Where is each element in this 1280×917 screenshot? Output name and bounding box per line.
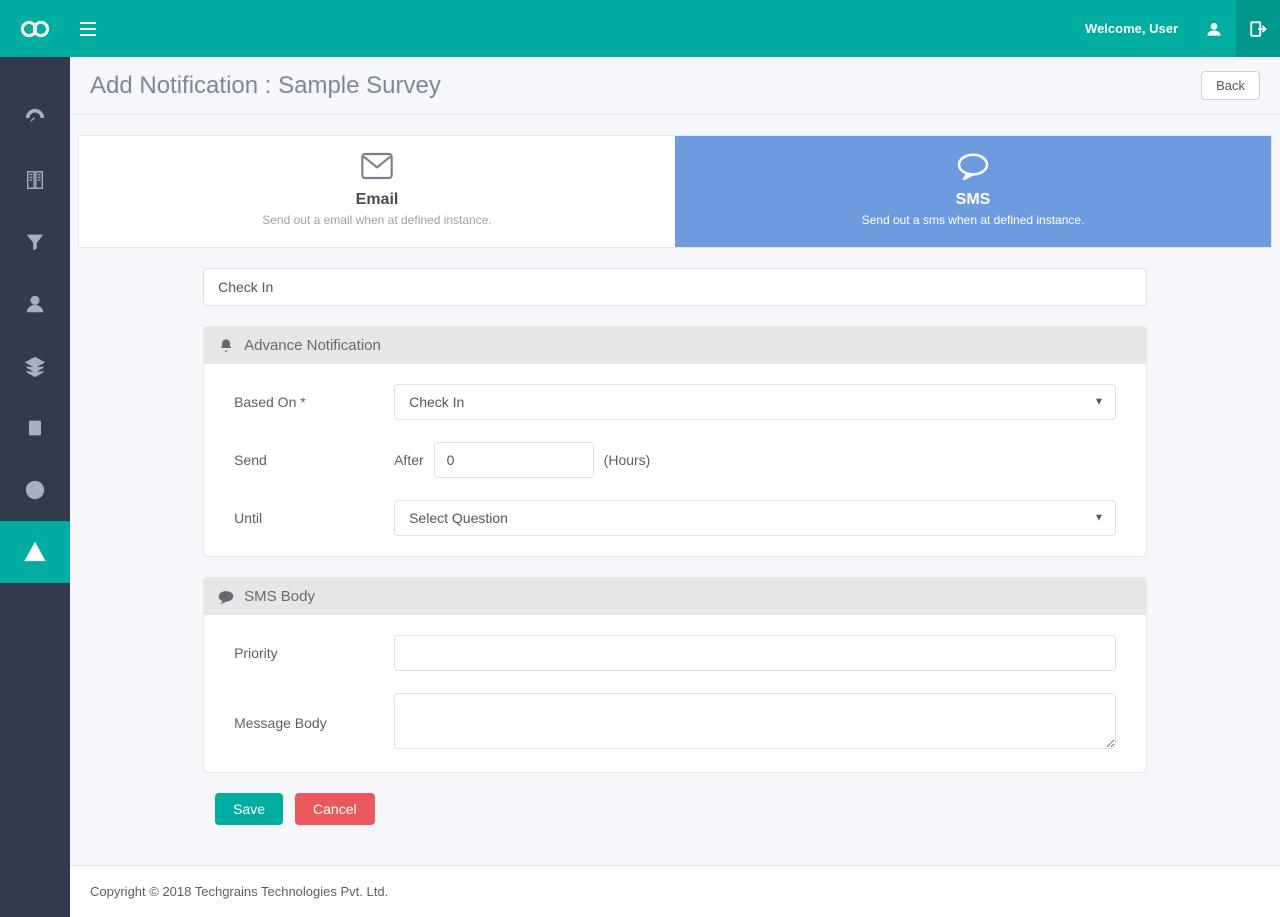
dashboard-icon bbox=[24, 107, 46, 129]
copyright-text: Copyright © 2018 Techgrains Technologies… bbox=[90, 884, 388, 899]
sidebar bbox=[0, 57, 70, 917]
topbar: Welcome, User bbox=[0, 0, 1280, 57]
app-logo bbox=[0, 0, 70, 57]
until-select[interactable]: Select Question bbox=[394, 500, 1116, 536]
cancel-button[interactable]: Cancel bbox=[295, 793, 375, 825]
sidebar-item-surveys[interactable] bbox=[0, 149, 70, 211]
sms-body-panel: SMS Body Priority Message Body bbox=[203, 577, 1147, 773]
until-label: Until bbox=[234, 510, 394, 526]
sidebar-item-device[interactable] bbox=[0, 397, 70, 459]
sms-header-text: SMS Body bbox=[244, 588, 315, 605]
sidebar-item-support[interactable] bbox=[0, 459, 70, 521]
based-on-select[interactable]: Check In bbox=[394, 384, 1116, 420]
hamburger-icon bbox=[80, 22, 96, 36]
sms-panel-header: SMS Body bbox=[204, 578, 1146, 615]
notification-name-input[interactable] bbox=[203, 268, 1147, 306]
tab-email-subtitle: Send out a email when at defined instanc… bbox=[89, 213, 665, 227]
bell-icon bbox=[218, 338, 234, 354]
advance-header-text: Advance Notification bbox=[244, 337, 381, 354]
page-title: Add Notification : Sample Survey bbox=[90, 72, 441, 100]
footer: Copyright © 2018 Techgrains Technologies… bbox=[70, 865, 1280, 917]
send-suffix: (Hours) bbox=[604, 452, 651, 468]
logout-button[interactable] bbox=[1236, 0, 1280, 57]
sidebar-item-dashboard[interactable] bbox=[0, 87, 70, 149]
book-icon bbox=[24, 169, 46, 191]
filter-icon bbox=[24, 231, 46, 253]
alert-icon bbox=[24, 541, 46, 563]
page-header: Add Notification : Sample Survey Back bbox=[70, 57, 1280, 115]
send-hours-input[interactable] bbox=[434, 442, 594, 478]
sidebar-item-alerts[interactable] bbox=[0, 521, 70, 583]
advance-panel-header: Advance Notification bbox=[204, 327, 1146, 364]
sidebar-item-filter[interactable] bbox=[0, 211, 70, 273]
envelope-icon bbox=[89, 152, 665, 185]
priority-label: Priority bbox=[234, 645, 394, 661]
tablet-icon bbox=[27, 418, 43, 438]
main-content: Add Notification : Sample Survey Back Em… bbox=[70, 57, 1280, 917]
layers-icon bbox=[24, 355, 46, 377]
save-button[interactable]: Save bbox=[215, 793, 283, 825]
sidebar-toggle[interactable] bbox=[70, 22, 110, 36]
priority-input[interactable] bbox=[394, 635, 1116, 671]
lifebuoy-icon bbox=[24, 479, 46, 501]
user-menu[interactable] bbox=[1192, 0, 1236, 57]
logout-icon bbox=[1249, 20, 1267, 38]
sidebar-item-users[interactable] bbox=[0, 273, 70, 335]
welcome-text: Welcome, User bbox=[1071, 21, 1192, 36]
speech-icon bbox=[218, 589, 234, 605]
tab-email-title: Email bbox=[89, 191, 665, 209]
send-prefix: After bbox=[394, 452, 424, 468]
speech-icon bbox=[685, 152, 1261, 185]
user-icon bbox=[1206, 21, 1222, 37]
person-icon bbox=[24, 293, 46, 315]
send-label: Send bbox=[234, 452, 394, 468]
message-body-textarea[interactable] bbox=[394, 693, 1116, 749]
logo-icon bbox=[20, 14, 50, 44]
tab-email[interactable]: Email Send out a email when at defined i… bbox=[79, 136, 675, 247]
tab-sms[interactable]: SMS Send out a sms when at defined insta… bbox=[675, 136, 1271, 247]
tab-sms-title: SMS bbox=[685, 191, 1261, 209]
based-on-label: Based On * bbox=[234, 394, 394, 410]
back-button[interactable]: Back bbox=[1201, 71, 1260, 100]
sidebar-item-layers[interactable] bbox=[0, 335, 70, 397]
message-body-label: Message Body bbox=[234, 715, 394, 731]
advance-notification-panel: Advance Notification Based On * Check In… bbox=[203, 326, 1147, 557]
form-actions: Save Cancel bbox=[203, 793, 1147, 855]
tab-sms-subtitle: Send out a sms when at defined instance. bbox=[685, 213, 1261, 227]
notification-type-tabs: Email Send out a email when at defined i… bbox=[78, 135, 1272, 248]
